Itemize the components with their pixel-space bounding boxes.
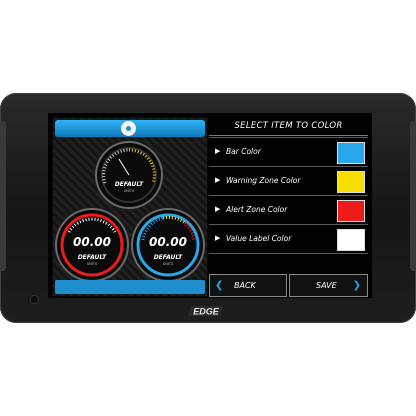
brand-logo: EDGE [187,303,227,319]
color-item-alert-zone[interactable]: ▶ Alert Zone Color [209,195,368,224]
back-button[interactable]: ❮ BACK [209,274,287,297]
gauge-right-unit: UNITS [162,262,174,266]
brand-logo-text: EDGE [193,307,220,317]
color-item-label: Value Label Color [226,234,292,243]
side-grip-right [410,121,416,271]
color-select-panel: SELECT ITEM TO COLOR ▶ Bar Color ▶ Warni… [209,117,368,297]
back-button-label: BACK [234,281,256,290]
touch-screen: DEFAULT UNITS 00.00 DEFAULT UNITS 00.00 … [48,113,372,298]
color-swatch[interactable] [337,142,365,164]
gauge-right-value: 00.00 [149,235,187,249]
color-item-value-label[interactable]: ▶ Value Label Color [209,224,368,254]
preview-footer-bar [55,280,205,294]
color-item-label: Alert Zone Color [226,205,288,214]
preview-header-bar[interactable] [55,120,205,137]
gauge-right-label: DEFAULT [153,254,183,261]
gauge-left-unit: UNITS [86,262,98,266]
light-sensor [31,296,38,303]
edge-badge-icon [121,121,136,136]
gauge-top-dial [101,147,157,203]
color-swatch[interactable] [337,171,365,193]
gauge-preview-panel: DEFAULT UNITS 00.00 DEFAULT UNITS 00.00 … [52,117,208,297]
gauge-top[interactable]: DEFAULT UNITS [97,143,161,207]
panel-title: SELECT ITEM TO COLOR [209,117,368,136]
side-grip-left [0,121,6,271]
gauge-left-label: DEFAULT [77,254,107,261]
gauge-left-value: 00.00 [73,235,111,249]
chevron-right-icon: ▶ [215,234,221,242]
chevron-right-icon: ❯ [352,280,361,291]
chevron-right-icon: ▶ [215,147,221,155]
color-swatch[interactable] [337,200,365,222]
color-item-label: Bar Color [226,147,261,156]
gauge-left[interactable]: 00.00 DEFAULT UNITS [57,210,127,280]
gauge-top-label: DEFAULT [114,181,144,188]
gauge-top-unit: UNITS [123,189,135,193]
color-item-warning-zone[interactable]: ▶ Warning Zone Color [209,166,368,195]
save-button[interactable]: SAVE ❯ [289,274,368,297]
color-item-label: Warning Zone Color [226,176,301,185]
gauge-right[interactable]: 00.00 DEFAULT UNITS [133,210,203,280]
chevron-right-icon: ▶ [215,205,221,213]
color-swatch[interactable] [337,229,365,251]
chevron-left-icon: ❮ [215,280,224,291]
chevron-right-icon: ▶ [215,176,221,184]
color-item-bar[interactable]: ▶ Bar Color [209,137,368,166]
save-button-label: SAVE [316,281,337,290]
